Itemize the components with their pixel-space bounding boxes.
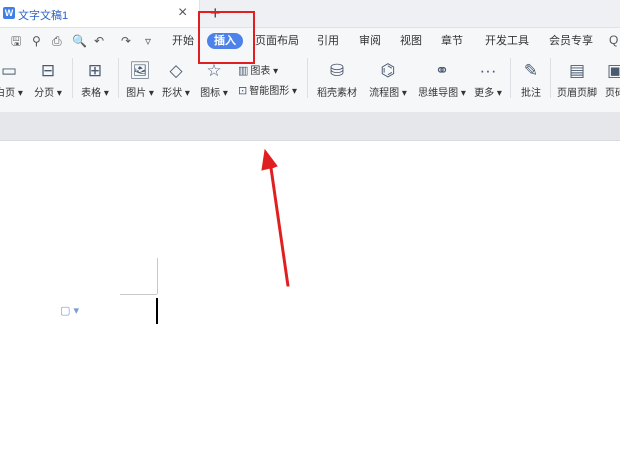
mindmap-button[interactable]: ⚭ 思维导图 ▾ — [414, 61, 470, 99]
divider — [307, 58, 308, 98]
tab-home[interactable]: 开始 — [172, 34, 194, 48]
docer-material-button[interactable]: ⛁ 稻壳素材 — [314, 61, 360, 99]
page-break-button[interactable]: ⊟ 分页 ▾ — [31, 61, 65, 99]
margin-corner-marker — [120, 294, 157, 295]
tab-view[interactable]: 视图 — [400, 34, 422, 48]
tab-page-layout[interactable]: 页面布局 — [255, 34, 299, 48]
picture-label: 图片 ▾ — [126, 88, 154, 99]
highlight-box — [198, 11, 255, 64]
search-icon[interactable]: Q — [609, 33, 618, 47]
format-painter-icon[interactable]: ⚲ — [32, 34, 41, 48]
picture-button[interactable]: 🖼 图片 ▾ — [123, 61, 157, 99]
tab-references[interactable]: 引用 — [317, 34, 339, 48]
divider — [510, 58, 511, 98]
margin-corner-marker — [157, 258, 158, 294]
text-cursor — [156, 298, 158, 324]
print-preview-icon[interactable]: 🔍 — [72, 34, 87, 48]
flowchart-icon: ⌬ — [380, 61, 396, 80]
shape-icon: ◇ — [169, 61, 183, 80]
page-break-icon: ⊟ — [40, 61, 56, 80]
smart-art-button[interactable]: ⊡ 智能图形 ▾ — [238, 82, 297, 97]
chart-icon: ▥ — [238, 65, 249, 77]
comment-icon: ✎ — [523, 61, 539, 80]
table-button[interactable]: ⊞ 表格 ▾ — [78, 61, 112, 99]
comment-button[interactable]: ✎ 批注 — [515, 61, 547, 99]
page-number-button[interactable]: ▣ 页码 — [602, 61, 620, 99]
comment-label: 批注 — [521, 88, 541, 99]
blank-page-button[interactable]: ▭ 白页 ▾ — [0, 61, 26, 99]
document-tab-title: 文字文稿1 — [18, 10, 69, 22]
blank-page-label: 白页 ▾ — [0, 88, 23, 99]
chart-label: 图表 ▾ — [250, 66, 279, 77]
icon-library-button[interactable]: ☆ 图标 ▾ — [197, 61, 231, 99]
divider — [72, 58, 73, 98]
divider — [550, 58, 551, 98]
mindmap-icon: ⚭ — [434, 61, 450, 80]
header-footer-icon: ▤ — [568, 61, 586, 80]
more-button[interactable]: ··· 更多 ▾ — [471, 61, 505, 99]
undo-icon[interactable]: ↶ — [94, 34, 104, 48]
table-icon: ⊞ — [87, 61, 103, 80]
document-tab[interactable]: W 文字文稿1 × — [0, 0, 200, 27]
docer-material-label: 稻壳素材 — [317, 88, 357, 99]
page-number-label: 页码 — [605, 88, 620, 99]
tab-review[interactable]: 审阅 — [359, 34, 381, 48]
picture-icon: 🖼 — [129, 61, 151, 80]
icon-library-label: 图标 ▾ — [200, 88, 228, 99]
print-icon[interactable]: ⎙ — [52, 34, 62, 48]
docer-material-icon: ⛁ — [329, 61, 345, 80]
more-icon: ··· — [479, 61, 497, 80]
sub-toolbar — [0, 112, 620, 141]
tab-chapter[interactable]: 章节 — [441, 34, 463, 48]
divider — [118, 58, 119, 98]
more-dropdown-icon[interactable]: ▿ — [145, 34, 151, 48]
table-label: 表格 ▾ — [81, 88, 109, 99]
close-icon[interactable]: × — [178, 3, 187, 23]
more-label: 更多 ▾ — [474, 88, 502, 99]
flowchart-label: 流程图 ▾ — [369, 88, 407, 99]
tab-member[interactable]: 会员专享 — [549, 34, 593, 48]
redo-icon[interactable]: ↷ — [121, 34, 131, 48]
blank-page-icon: ▭ — [0, 61, 18, 80]
tab-developer[interactable]: 开发工具 — [485, 34, 529, 48]
header-footer-label: 页眉页脚 — [557, 88, 597, 99]
icon-library-icon: ☆ — [206, 61, 222, 80]
chart-button[interactable]: ▥ 图表 ▾ — [238, 62, 278, 77]
paragraph-layout-icon[interactable]: ▢ ▾ — [60, 304, 79, 317]
shape-label: 形状 ▾ — [162, 88, 190, 99]
save-icon[interactable]: 🖫 — [11, 34, 21, 48]
shape-button[interactable]: ◇ 形状 ▾ — [159, 61, 193, 99]
wps-writer-logo-icon: W — [3, 7, 15, 19]
smart-art-label: 智能图形 ▾ — [249, 86, 298, 97]
header-footer-button[interactable]: ▤ 页眉页脚 — [555, 61, 599, 99]
flowchart-button[interactable]: ⌬ 流程图 ▾ — [365, 61, 411, 99]
smart-art-icon: ⊡ — [238, 85, 248, 97]
mindmap-label: 思维导图 ▾ — [418, 88, 466, 99]
page-number-icon: ▣ — [606, 61, 620, 80]
document-canvas[interactable] — [0, 141, 620, 453]
page-break-label: 分页 ▾ — [34, 88, 62, 99]
